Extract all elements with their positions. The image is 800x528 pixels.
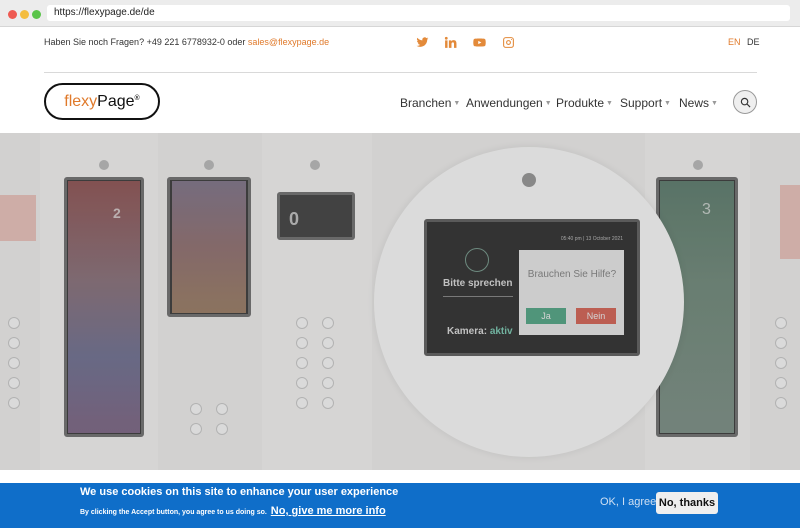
agree-button[interactable]: OK, I agree [600,496,656,508]
logo-page: Page [97,93,135,110]
youtube-icon[interactable] [472,35,486,49]
cookie-banner: We use cookies on this site to enhance y… [0,483,800,528]
more-info-link[interactable]: No, give me more info [271,505,386,517]
cookie-subtitle-row: By clicking the Accept button, you agree… [80,505,386,517]
contact-text: Haben Sie noch Fragen? +49 221 6778932-0… [44,37,246,47]
chevron-down-icon: ▼ [664,100,671,108]
hero-image: 2 0 3 05:40 pm | 13 October 2021 Bitte s… [0,133,800,470]
chevron-down-icon: ▼ [453,100,461,108]
header-divider [44,72,757,73]
chevron-down-icon: ▼ [606,100,613,108]
twitter-icon[interactable] [415,35,429,49]
language-de-link[interactable]: DE [747,37,760,47]
nav-label: News [679,96,710,110]
cookie-subtitle: By clicking the Accept button, you agree… [80,509,267,516]
chevron-down-icon: ▼ [711,100,718,108]
maximize-window-button[interactable] [32,10,41,19]
overlay-dim [0,133,800,470]
instagram-icon[interactable] [501,35,515,49]
sales-email-link[interactable]: sales@flexypage.de [248,37,329,47]
linkedin-icon[interactable] [443,35,457,49]
flexypage-logo[interactable]: flexyPage® [44,83,160,120]
language-en-link[interactable]: EN [728,37,741,47]
minimize-window-button[interactable] [20,10,29,19]
nav-news[interactable]: News ▼ [679,96,718,110]
top-info-bar: Haben Sie noch Fragen? +49 221 6778932-0… [0,27,800,73]
chevron-down-icon: ▼ [544,100,552,108]
decline-button[interactable]: No, thanks [656,492,718,514]
search-icon [740,97,750,107]
nav-support[interactable]: Support ▼ [620,96,671,110]
nav-label: Support [620,96,663,110]
nav-branchen[interactable]: Branchen ▼ [400,96,460,110]
browser-chrome: https://flexypage.de/de [0,0,800,27]
nav-anwendungen[interactable]: Anwendungen ▼ [466,96,552,110]
nav-label: Produkte [556,96,605,110]
nav-produkte[interactable]: Produkte ▼ [556,96,613,110]
logo-registered-mark: ® [134,95,140,102]
logo-flexy: flexy [64,93,98,110]
cookie-title: We use cookies on this site to enhance y… [80,486,399,498]
close-window-button[interactable] [8,10,17,19]
nav-label: Branchen [400,96,452,110]
address-bar[interactable]: https://flexypage.de/de [47,5,790,21]
contact-info: Haben Sie noch Fragen? +49 221 6778932-0… [44,37,329,47]
search-button[interactable] [733,90,757,114]
nav-label: Anwendungen [466,96,543,110]
